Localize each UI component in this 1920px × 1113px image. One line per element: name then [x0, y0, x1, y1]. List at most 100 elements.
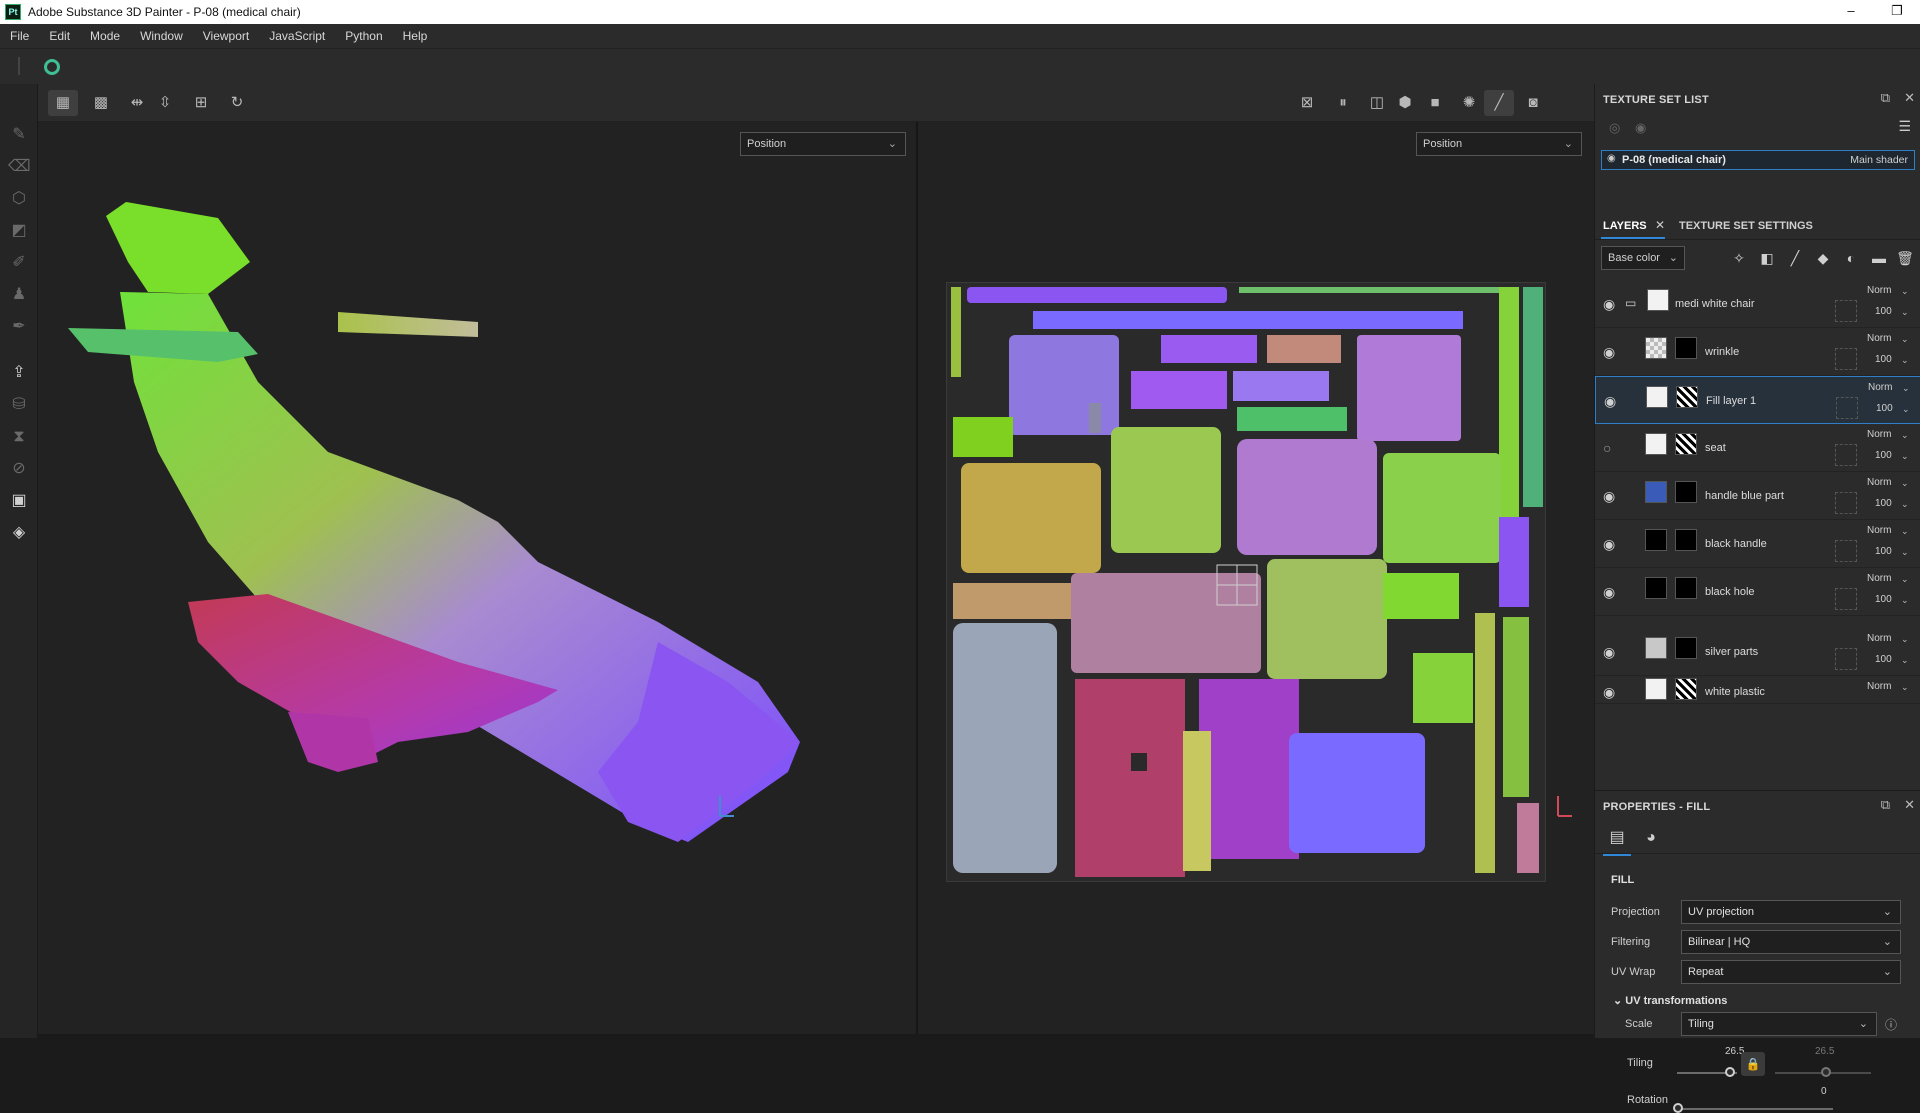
- layout-grid-icon[interactable]: ▩: [86, 90, 116, 116]
- chevron-down-icon[interactable]: ⌄: [1901, 451, 1909, 462]
- eye-icon[interactable]: ◉: [1604, 393, 1616, 410]
- blend-mode[interactable]: Norm: [1867, 429, 1891, 440]
- eraser-icon[interactable]: ⌫: [8, 156, 31, 178]
- eye-icon[interactable]: ◉: [1603, 296, 1615, 313]
- layer-opacity[interactable]: 100: [1875, 654, 1892, 665]
- add-effect-icon[interactable]: ✧: [1729, 248, 1749, 268]
- close-tab-icon[interactable]: ✕: [1655, 218, 1665, 232]
- fill-settings-icon[interactable]: ▤: [1603, 826, 1631, 856]
- chevron-down-icon[interactable]: ⌄: [1902, 404, 1910, 415]
- tab-layers[interactable]: LAYERS: [1603, 220, 1647, 232]
- viewport-2d-channel-select[interactable]: Position ⌄: [1416, 132, 1582, 156]
- blend-mode[interactable]: Norm: [1867, 633, 1891, 644]
- menu-edit[interactable]: Edit: [39, 29, 80, 43]
- visibility-all-icon[interactable]: ◎: [1609, 120, 1620, 136]
- eye-icon[interactable]: ◉: [1603, 584, 1615, 601]
- layer-opacity[interactable]: 100: [1875, 498, 1892, 509]
- menu-file[interactable]: File: [0, 29, 39, 43]
- blend-mode[interactable]: Norm: [1867, 525, 1891, 536]
- blend-mode[interactable]: Norm: [1867, 333, 1891, 344]
- blend-mode[interactable]: Norm: [1867, 477, 1891, 488]
- layer-mask-slot[interactable]: [1835, 540, 1857, 562]
- layer-name[interactable]: medi white chair: [1675, 298, 1754, 310]
- blend-mode[interactable]: Norm: [1868, 382, 1892, 393]
- delete-layer-icon[interactable]: 🗑: [1895, 248, 1915, 268]
- layer-mask-slot[interactable]: [1835, 348, 1857, 370]
- blend-mode[interactable]: Norm: [1867, 285, 1891, 296]
- layout-single-icon[interactable]: ▦: [48, 90, 78, 116]
- menu-mode[interactable]: Mode: [80, 29, 130, 43]
- close-icon[interactable]: ✕: [1904, 797, 1915, 813]
- texture-set-item[interactable]: ◉ P-08 (medical chair) Main shader: [1601, 150, 1915, 170]
- chevron-down-icon[interactable]: ⌄: [1901, 574, 1909, 585]
- screenshot-icon[interactable]: ◙: [1518, 90, 1548, 116]
- add-paint-layer-icon[interactable]: ╱: [1785, 248, 1805, 268]
- color-picker-icon[interactable]: ✒: [8, 316, 30, 338]
- layer-row[interactable]: ◉ handle blue part Norm ⌄ 100 ⌄: [1595, 472, 1920, 520]
- 3d-view-icon[interactable]: ⬢: [1390, 90, 1420, 116]
- add-mask-icon[interactable]: ◧: [1757, 248, 1777, 268]
- layer-name[interactable]: white plastic: [1705, 686, 1765, 698]
- bake-icon[interactable]: ⛁: [8, 394, 30, 416]
- layer-mask-slot[interactable]: [1835, 588, 1857, 610]
- lock-icon[interactable]: 🔒: [1741, 1052, 1765, 1076]
- restore-button[interactable]: ❐: [1874, 0, 1920, 24]
- save-icon[interactable]: ▣: [8, 490, 30, 512]
- mirror-x-icon[interactable]: ⇹: [122, 90, 152, 116]
- chevron-down-icon[interactable]: ⌄: [1901, 430, 1909, 441]
- chevron-down-icon[interactable]: ⌄: [1901, 355, 1909, 366]
- eye-icon[interactable]: ◉: [1603, 488, 1615, 505]
- layer-name[interactable]: wrinkle: [1705, 346, 1739, 358]
- layer-name[interactable]: handle blue part: [1705, 490, 1784, 502]
- channel-select[interactable]: Base color ⌄: [1601, 246, 1685, 270]
- hide-icon[interactable]: ⊠: [1292, 90, 1322, 116]
- chevron-down-icon[interactable]: ⌄: [1901, 307, 1909, 318]
- eye-icon[interactable]: ◉: [1603, 684, 1615, 701]
- layer-opacity[interactable]: 100: [1875, 306, 1892, 317]
- eye-icon[interactable]: ◉: [1603, 644, 1615, 661]
- filtering-select[interactable]: Bilinear | HQ ⌄: [1681, 930, 1901, 954]
- layer-name[interactable]: silver parts: [1705, 646, 1758, 658]
- toolbar-grip[interactable]: [18, 57, 20, 75]
- undock-icon[interactable]: ⧉: [1881, 797, 1890, 813]
- layer-mask-slot[interactable]: [1835, 648, 1857, 670]
- paint-brush-icon[interactable]: ✎: [8, 124, 30, 146]
- layer-opacity[interactable]: 100: [1875, 546, 1892, 557]
- chevron-down-icon[interactable]: ⌄: [1901, 478, 1909, 489]
- eye-icon[interactable]: ◉: [1603, 344, 1615, 361]
- layer-opacity[interactable]: 100: [1875, 354, 1892, 365]
- rotation-slider-knob[interactable]: [1673, 1103, 1683, 1113]
- menu-javascript[interactable]: JavaScript: [259, 29, 335, 43]
- rotation-value[interactable]: 0: [1821, 1086, 1827, 1097]
- camera-icon[interactable]: ■: [1420, 90, 1450, 116]
- add-smart-material-icon[interactable]: ◐: [1841, 248, 1861, 268]
- eye-hidden-icon[interactable]: ○: [1603, 440, 1611, 456]
- chevron-down-icon[interactable]: ⌄: [1902, 383, 1910, 394]
- blend-mode[interactable]: Norm: [1867, 681, 1891, 692]
- eye-icon[interactable]: ◉: [1635, 120, 1646, 136]
- menu-window[interactable]: Window: [130, 29, 193, 43]
- rotation-slider-track[interactable]: [1677, 1108, 1833, 1110]
- chevron-down-icon[interactable]: ⌄: [1901, 655, 1909, 666]
- info-icon[interactable]: ⓘ: [1885, 1016, 1897, 1033]
- material-icon[interactable]: ◕: [1637, 826, 1665, 850]
- uv-icon[interactable]: ⊘: [8, 458, 30, 480]
- layer-name[interactable]: black hole: [1705, 586, 1755, 598]
- mirror-y-icon[interactable]: ⇳: [150, 90, 180, 116]
- layer-name[interactable]: seat: [1705, 442, 1726, 454]
- eye-icon[interactable]: ◉: [1603, 536, 1615, 553]
- chevron-down-icon[interactable]: ⌄: [1901, 595, 1909, 606]
- paint-mode-icon[interactable]: ╱: [1484, 90, 1514, 116]
- split-view-icon[interactable]: ◫: [1362, 90, 1392, 116]
- uvwrap-select[interactable]: Repeat ⌄: [1681, 960, 1901, 984]
- add-folder-icon[interactable]: ▬: [1869, 248, 1889, 268]
- menu-icon[interactable]: ☰: [1898, 118, 1911, 135]
- frame-icon[interactable]: ⊞: [186, 90, 216, 116]
- pause-icon[interactable]: ⏸: [1328, 90, 1358, 116]
- layer-row[interactable]: ◉ black hole Norm ⌄ 100 ⌄: [1595, 568, 1920, 616]
- uv-transformations-title[interactable]: ⌄ UV transformations: [1613, 994, 1727, 1007]
- minimize-button[interactable]: –: [1828, 0, 1874, 24]
- layer-mask-slot[interactable]: [1836, 397, 1858, 419]
- layer-name[interactable]: black handle: [1705, 538, 1767, 550]
- add-fill-layer-icon[interactable]: ◆: [1813, 248, 1833, 268]
